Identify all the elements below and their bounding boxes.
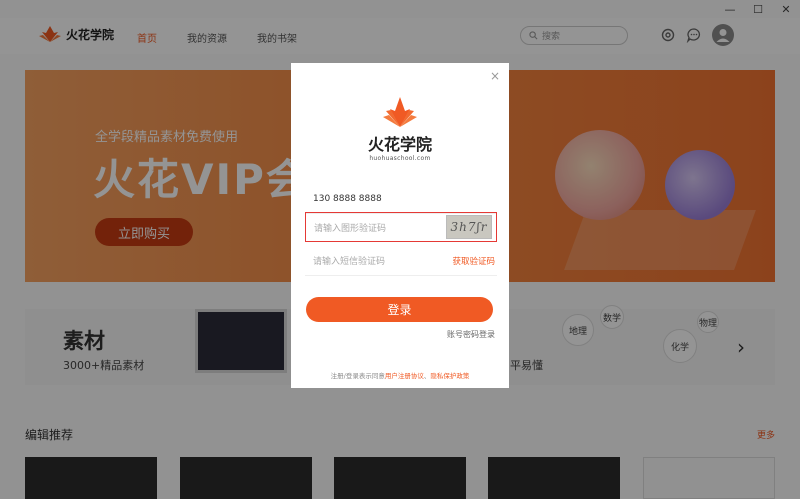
captcha-field[interactable]: 请输入图形验证码 3h7ʃr	[305, 212, 497, 242]
login-button[interactable]: 登录	[306, 297, 493, 322]
agreement-prefix: 注册/登录表示同意	[330, 372, 385, 380]
dialog-brand-name: 火花学院	[367, 135, 432, 154]
dialog-close-button[interactable]: ×	[490, 69, 500, 83]
sms-code-field[interactable]: 请输入短信验证码 获取验证码	[305, 246, 497, 276]
password-login-link[interactable]: 账号密码登录	[447, 329, 495, 340]
phone-value: 130 8888 8888	[313, 193, 382, 204]
get-code-button[interactable]: 获取验证码	[452, 255, 495, 267]
captcha-image[interactable]: 3h7ʃr	[446, 215, 492, 239]
login-dialog: × 火花学院 huohuaschool.com 130 8888 8888 请输…	[291, 63, 509, 388]
agreement-text: 注册/登录表示同意用户注册协议、隐私保护政策	[291, 370, 509, 380]
captcha-placeholder: 请输入图形验证码	[314, 223, 387, 234]
sms-placeholder: 请输入短信验证码	[313, 257, 386, 267]
privacy-policy-link[interactable]: 隐私保护政策	[430, 372, 469, 380]
dialog-brand-domain: huohuaschool.com	[369, 155, 431, 162]
dialog-logo: 火花学院 huohuaschool.com	[291, 95, 509, 162]
flame-logo-icon	[383, 97, 417, 127]
phone-field[interactable]: 130 8888 8888	[305, 184, 497, 214]
user-agreement-link[interactable]: 用户注册协议	[385, 372, 424, 380]
